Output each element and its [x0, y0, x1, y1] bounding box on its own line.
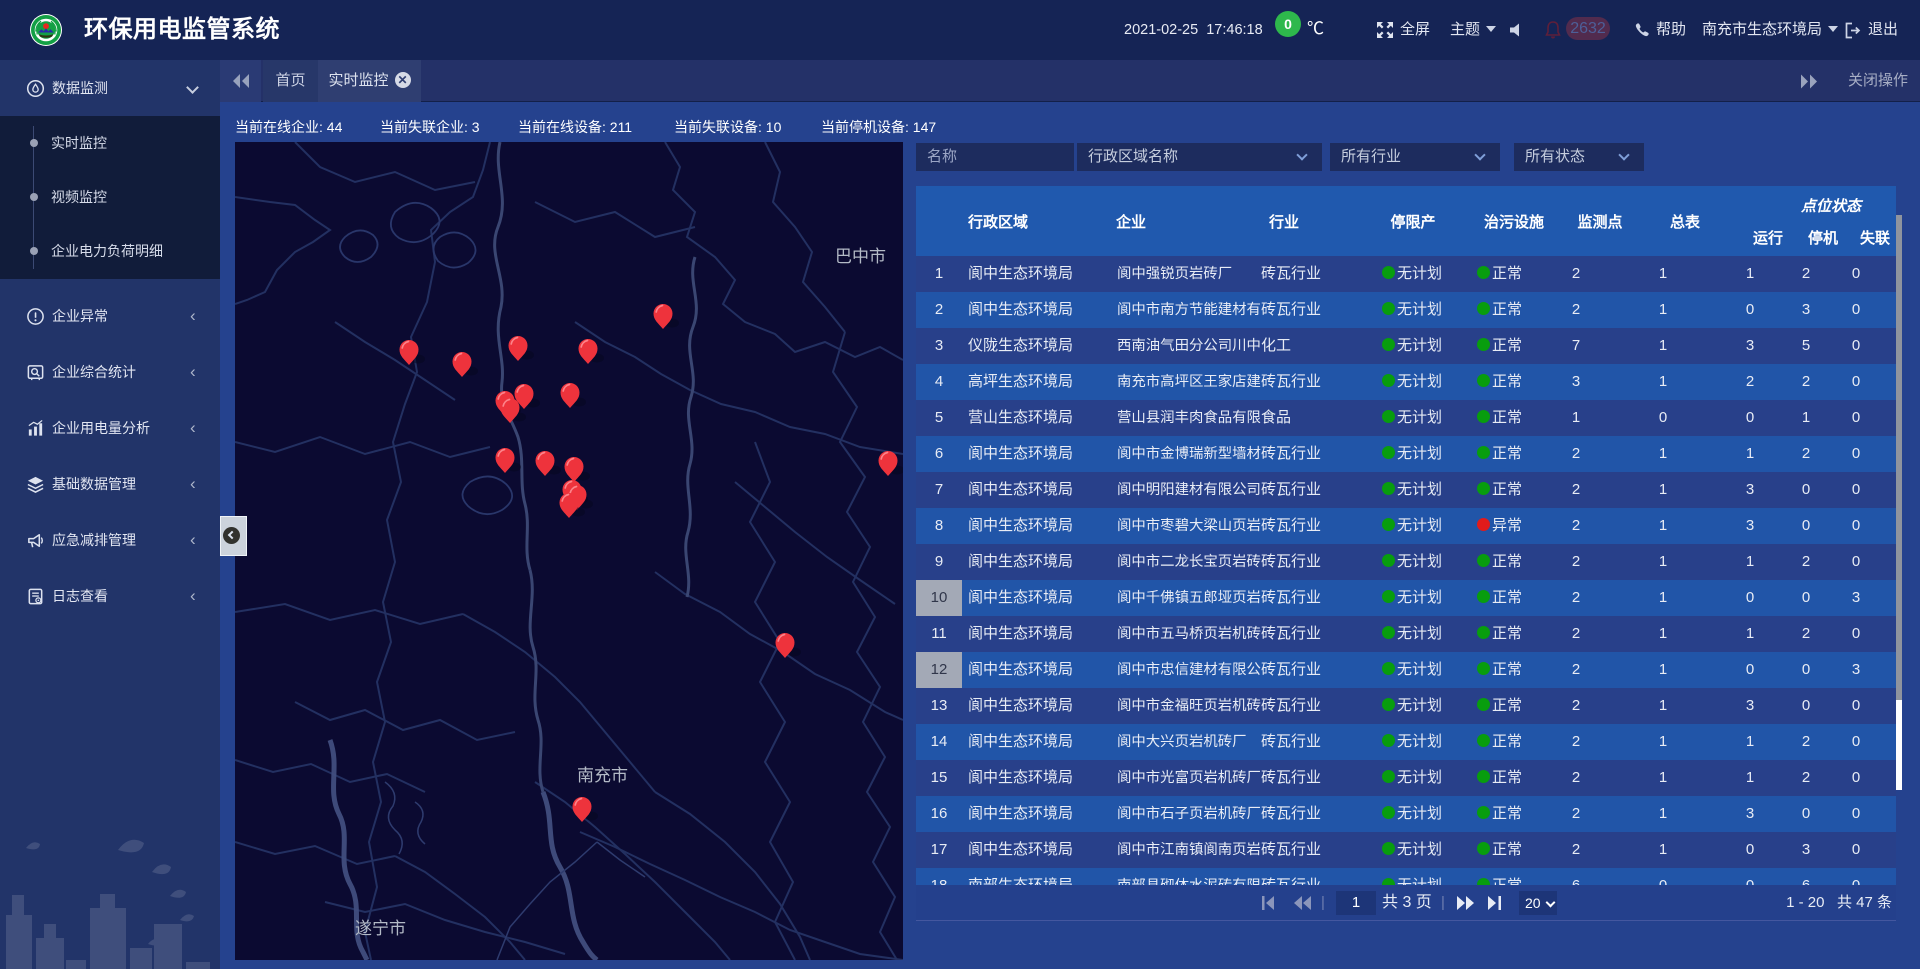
- svg-text:南充市: 南充市: [577, 761, 628, 786]
- svg-text:巴中市: 巴中市: [835, 242, 886, 267]
- svg-text:遂宁市: 遂宁市: [355, 914, 406, 939]
